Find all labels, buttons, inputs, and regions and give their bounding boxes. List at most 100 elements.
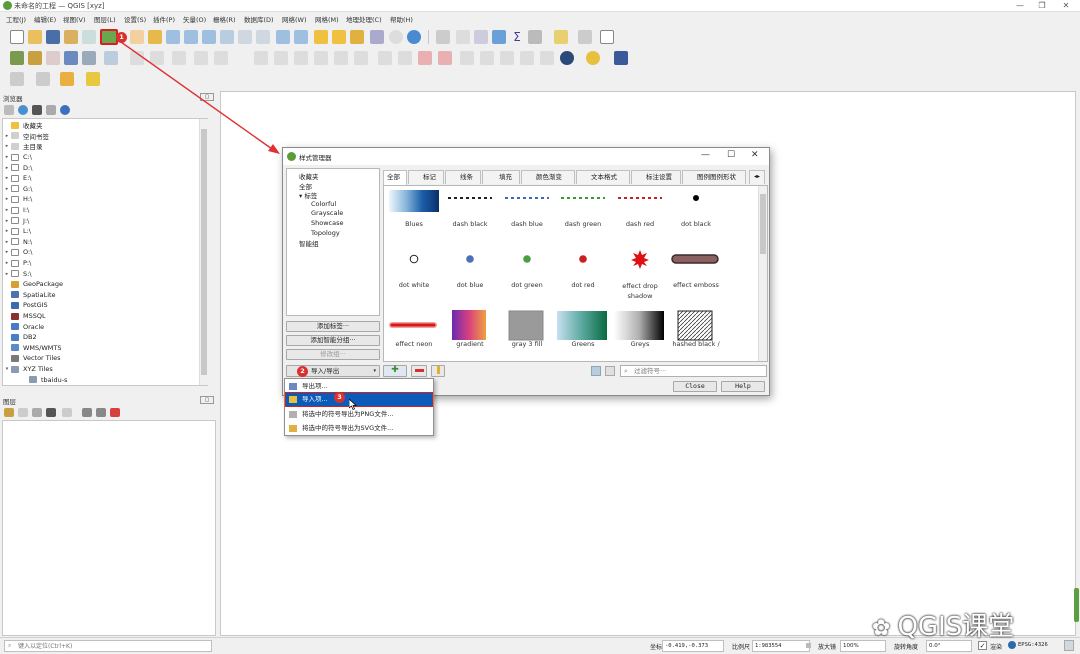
scale-field[interactable]: 1:983554 — [752, 640, 810, 652]
add-item-button[interactable]: ✚ — [383, 365, 407, 377]
tab-scroll-arrows[interactable]: ◂▸ — [749, 170, 765, 184]
crs-label[interactable]: EPSG:4326 — [1018, 642, 1048, 648]
tab-text-formats-label: 文本格式 — [591, 173, 617, 181]
symbol-preview — [466, 255, 474, 263]
symbol-preview — [631, 250, 649, 269]
dialog-maximize-button[interactable]: ☐ — [727, 150, 735, 160]
dropdown-arrow-icon: ▾ — [373, 368, 376, 374]
symbol-item[interactable]: dash red — [612, 186, 668, 244]
symbol-preview — [614, 311, 664, 340]
add-tag-button[interactable]: 添加标签··· — [286, 321, 380, 332]
symbol-preview — [409, 254, 419, 264]
menu-item-export[interactable]: 导出项... — [286, 380, 432, 393]
list-view-toggle[interactable] — [605, 366, 615, 376]
edit-item-button[interactable] — [431, 365, 445, 377]
tab-markers[interactable]: 标记 — [408, 170, 444, 184]
symbol-item[interactable]: Greens — [555, 308, 611, 361]
symbol-item[interactable]: hashed black / — [668, 308, 724, 361]
symbol-preview — [523, 255, 531, 263]
menu-item-export-svg-label: 将选中的符号导出为SVG文件... — [302, 424, 394, 432]
mouse-cursor-icon — [349, 399, 357, 410]
menu-item-import-label: 导入项... — [302, 395, 328, 403]
import-export-menu: 导出项... 导入项... 将选中的符号导出为PNG文件... 将选中的符号导出… — [284, 378, 434, 436]
symbol-item[interactable]: dot black — [668, 186, 724, 244]
group-tree-item[interactable]: Topology — [311, 229, 340, 237]
group-tree-item[interactable]: 智能组 — [299, 238, 319, 248]
symbol-grid-scrollbar[interactable] — [758, 186, 767, 361]
symbol-item[interactable]: Greys — [612, 308, 668, 361]
group-tree-item[interactable]: 全部 — [299, 181, 312, 191]
symbol-preview — [579, 255, 587, 263]
symbol-item[interactable]: dash green — [555, 186, 611, 244]
group-tree: 收藏夹 全部 ▾ 标签 Colorful Grayscale Showcase Topolo… — [286, 168, 380, 316]
export-icon — [289, 383, 297, 390]
coordinate-field[interactable]: -0.419,-0.373 — [662, 640, 724, 652]
close-button[interactable]: Close — [673, 381, 717, 392]
symbol-item[interactable]: effect neon — [386, 308, 442, 361]
group-tree-item[interactable]: ▾ 标签 — [299, 190, 317, 200]
scale-lock-icon[interactable] — [806, 643, 811, 648]
symbol-item[interactable]: dash black — [442, 186, 498, 244]
add-smart-group-button[interactable]: 添加智能分组··· — [286, 335, 380, 346]
symbol-item[interactable]: gradient — [442, 308, 498, 361]
dialog-titlebar: 样式管理器 — ☐ ✕ — [283, 148, 769, 165]
tab-text-formats[interactable]: 文本格式 — [576, 170, 630, 184]
modify-group-button[interactable]: 修改组··· — [286, 349, 380, 360]
symbol-item[interactable]: dot blue — [442, 247, 498, 305]
menu-item-export-png[interactable]: 将选中的符号导出为PNG文件... — [286, 408, 432, 421]
add-plus-icon: ✚ — [391, 365, 399, 375]
menu-item-export-svg[interactable]: 将选中的符号导出为SVG文件... — [286, 422, 432, 435]
group-tree-item[interactable]: Colorful — [311, 200, 336, 208]
icon-view-toggle[interactable] — [591, 366, 601, 376]
locator-search-icon: ⌕ — [8, 642, 12, 649]
locator-field[interactable]: ⌕ — [4, 640, 212, 652]
tab-label-settings[interactable]: 标注设置 — [631, 170, 681, 184]
tab-legend-patch-shapes[interactable]: 图例图例形状 — [682, 170, 746, 184]
style-manager-dialog: 样式管理器 — ☐ ✕ 收藏夹 全部 ▾ 标签 Colorful Grayscale Sh… — [282, 147, 770, 396]
wechat-logo-icon: ✿ — [872, 616, 898, 641]
symbol-filter-input[interactable] — [634, 366, 764, 376]
symbol-preview — [505, 197, 549, 199]
symbol-item[interactable]: gray 3 fill — [499, 308, 555, 361]
group-tree-item[interactable]: Grayscale — [311, 209, 343, 217]
tab-all[interactable]: 全部 — [383, 170, 407, 185]
side-handle[interactable] — [1074, 588, 1079, 622]
dialog-title: 样式管理器 — [299, 154, 332, 162]
symbol-preview — [508, 310, 544, 341]
dialog-minimize-button[interactable]: — — [701, 150, 710, 160]
symbol-item[interactable]: dot red — [555, 247, 611, 305]
tab-fills[interactable]: 填充 — [482, 170, 520, 184]
symbol-preview — [561, 197, 605, 199]
messages-icon[interactable] — [1064, 640, 1074, 651]
group-tree-item[interactable]: 收藏夹 — [299, 171, 319, 181]
menu-item-import[interactable]: 导入项... — [285, 392, 433, 407]
step-badge-3: 3 — [334, 392, 345, 403]
magnifier-label: 放大镜 — [818, 644, 837, 651]
locator-input[interactable] — [18, 641, 208, 651]
symbol-item[interactable]: Blues — [386, 186, 442, 244]
tab-lines[interactable]: 线条 — [445, 170, 481, 184]
render-label: 渲染 — [990, 644, 1003, 651]
symbol-label: effect emboss — [673, 281, 719, 289]
watermark: ✿ QGIS课堂 — [872, 606, 1014, 643]
rotation-label: 旋转角度 — [894, 644, 919, 651]
grid-scroll-thumb[interactable] — [760, 194, 766, 254]
symbol-item[interactable]: dot green — [499, 247, 555, 305]
tab-color-ramps[interactable]: 颜色渐变 — [521, 170, 575, 184]
tab-markers-label: 标记 — [423, 173, 436, 181]
symbol-label: dot red — [571, 281, 595, 289]
symbol-item[interactable]: effect drop shadow — [612, 247, 668, 305]
help-button[interactable]: Help — [721, 381, 765, 392]
symbol-item[interactable]: dot white — [386, 247, 442, 305]
symbol-item[interactable]: dash blue — [499, 186, 555, 244]
remove-item-button[interactable] — [411, 365, 427, 377]
symbol-label: dot black — [681, 220, 711, 228]
symbol-grid: Blues dash black dash blue dash green dash r… — [383, 185, 768, 362]
group-tree-item[interactable]: Showcase — [311, 219, 343, 227]
dialog-close-icon[interactable]: ✕ — [751, 150, 759, 160]
menu-item-export-png-label: 将选中的符号导出为PNG文件... — [302, 410, 394, 418]
symbol-preview — [693, 195, 699, 201]
symbol-item[interactable]: effect emboss — [668, 247, 724, 305]
symbol-filter-field[interactable]: ⌕ — [620, 365, 767, 377]
import-export-label: 导入/导出 — [311, 367, 340, 375]
